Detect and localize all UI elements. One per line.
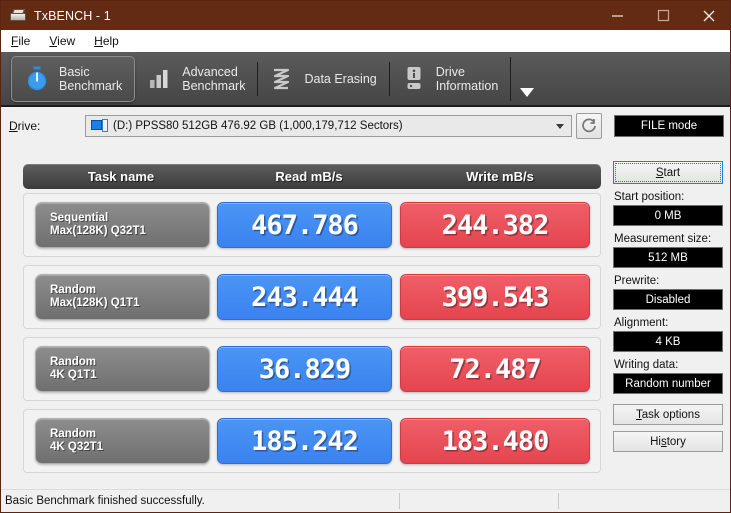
- task-name-cell[interactable]: Random 4K Q32T1: [35, 418, 210, 464]
- tab-divider: [510, 57, 512, 101]
- tab-data-erasing-label: Data Erasing: [304, 72, 377, 86]
- menu-item-view[interactable]: View: [40, 32, 84, 50]
- measurement-size-value[interactable]: 512 MB: [613, 247, 723, 268]
- minimize-button[interactable]: [594, 1, 640, 30]
- drive-icon: [10, 8, 26, 24]
- write-value: 72.487: [449, 353, 542, 385]
- task-name-line2: 4K Q1T1: [50, 369, 97, 381]
- drive-info-icon: [401, 64, 427, 94]
- menu-file-rest: ile: [18, 34, 31, 48]
- close-button[interactable]: [686, 1, 730, 30]
- start-button[interactable]: Start: [613, 161, 723, 184]
- drive-label-rest: rive:: [17, 119, 41, 133]
- column-header-task-name: Task name: [87, 169, 155, 184]
- prewrite-label: Prewrite:: [614, 275, 660, 287]
- write-value: 244.382: [441, 209, 550, 241]
- bar-chart-icon: [147, 64, 173, 94]
- status-bar: Basic Benchmark finished successfully.: [1, 489, 730, 512]
- prewrite-value[interactable]: Disabled: [613, 289, 723, 310]
- read-value: 185.242: [251, 425, 359, 457]
- title-bar: TxBENCH - 1: [1, 1, 730, 30]
- menu-item-file[interactable]: File: [2, 32, 39, 50]
- task-name-line1: Random: [50, 356, 96, 368]
- maximize-button[interactable]: [640, 1, 686, 30]
- eraser-wave-icon: [269, 64, 295, 94]
- write-value: 399.543: [441, 281, 550, 313]
- refresh-icon: [582, 118, 596, 133]
- hard-disk-icon: [91, 119, 108, 133]
- write-value-cell: 244.382: [400, 202, 590, 248]
- tab-basic-benchmark[interactable]: Basic Benchmark: [11, 56, 136, 102]
- drive-select-value: (D:) PPSS80 512GB 476.92 GB (1,000,179,7…: [113, 120, 403, 132]
- read-value-cell: 243.444: [217, 274, 392, 320]
- txbench-window: TxBENCH - 1 File View Help Basic Benchma…: [0, 0, 731, 513]
- task-name-cell[interactable]: Random 4K Q1T1: [35, 346, 210, 392]
- status-divider: [399, 493, 400, 509]
- write-value-cell: 399.543: [400, 274, 590, 320]
- read-value-cell: 185.242: [217, 418, 392, 464]
- menu-help-rest: elp: [102, 34, 119, 48]
- drive-label: Drive:: [9, 119, 41, 133]
- window-controls: [594, 1, 730, 30]
- writing-data-label: Writing data:: [614, 359, 679, 371]
- write-value: 183.480: [441, 425, 550, 457]
- status-divider: [558, 493, 559, 509]
- drive-selection-bar: Drive: (D:) PPSS80 512GB 476.92 GB (1,00…: [1, 107, 730, 145]
- task-options-button[interactable]: Task options: [613, 404, 723, 425]
- task-name-line1: Random: [50, 428, 96, 440]
- menu-bar: File View Help: [1, 30, 730, 53]
- ribbon-tab-bar: Basic Benchmark Advanced Benchmark Data Er…: [1, 52, 730, 107]
- tab-drive-information-label: Drive Information: [435, 65, 499, 93]
- task-name-line2: Max(128K) Q1T1: [50, 297, 140, 309]
- tab-advanced-benchmark-label: Advanced Benchmark: [182, 65, 246, 93]
- tab-advanced-benchmark[interactable]: Advanced Benchmark: [135, 56, 259, 102]
- writing-data-value[interactable]: Random number: [613, 373, 723, 394]
- caret-down-icon: [520, 88, 535, 97]
- mode-badge: FILE mode: [614, 115, 724, 137]
- read-value: 36.829: [258, 353, 352, 385]
- alignment-value[interactable]: 4 KB: [613, 331, 723, 352]
- write-value-cell: 72.487: [400, 346, 590, 392]
- menu-view-rest: iew: [57, 34, 76, 48]
- refresh-button[interactable]: [576, 113, 602, 139]
- chevron-down-icon: [556, 124, 564, 129]
- task-name-line1: Random: [50, 284, 96, 296]
- task-name-line2: 4K Q32T1: [50, 441, 104, 453]
- history-button[interactable]: History: [613, 431, 723, 452]
- results-header: Task name Read mB/s Write mB/s: [23, 164, 601, 189]
- task-name-cell[interactable]: Random Max(128K) Q1T1: [35, 274, 210, 320]
- task-name-line1: Sequential: [50, 212, 109, 224]
- table-row: Random 4K Q32T1 185.242 183.480: [23, 409, 601, 473]
- alignment-label: Alignment:: [614, 317, 669, 329]
- start-position-label: Start position:: [614, 191, 685, 203]
- measurement-size-label: Measurement size:: [614, 233, 712, 245]
- table-row: Random Max(128K) Q1T1 243.444 399.543: [23, 265, 601, 329]
- table-row: Sequential Max(128K) Q32T1 467.786 244.3…: [23, 193, 601, 257]
- column-header-read: Read mB/s: [275, 169, 343, 184]
- tab-basic-benchmark-label: Basic Benchmark: [59, 65, 123, 93]
- start-position-value[interactable]: 0 MB: [613, 205, 723, 226]
- read-value: 467.786: [251, 209, 359, 241]
- stopwatch-icon: [24, 64, 50, 94]
- read-value-cell: 467.786: [217, 202, 392, 248]
- table-row: Random 4K Q1T1 36.829 72.487: [23, 337, 601, 401]
- results-table: Sequential Max(128K) Q32T1 467.786 244.3…: [23, 193, 601, 481]
- read-value: 243.444: [251, 281, 359, 313]
- read-value-cell: 36.829: [217, 346, 392, 392]
- drive-select[interactable]: (D:) PPSS80 512GB 476.92 GB (1,000,179,7…: [85, 115, 572, 137]
- task-name-cell[interactable]: Sequential Max(128K) Q32T1: [35, 202, 210, 248]
- column-header-write: Write mB/s: [466, 169, 534, 184]
- ribbon-overflow-button[interactable]: [510, 52, 535, 105]
- tab-drive-information[interactable]: Drive Information: [389, 56, 512, 102]
- tab-data-erasing[interactable]: Data Erasing: [257, 56, 390, 102]
- menu-item-help[interactable]: Help: [85, 32, 128, 50]
- status-message: Basic Benchmark finished successfully.: [5, 495, 205, 507]
- task-name-line2: Max(128K) Q32T1: [50, 225, 146, 237]
- options-panel: Start Start position: 0 MB Measurement s…: [613, 161, 725, 452]
- write-value-cell: 183.480: [400, 418, 590, 464]
- window-title: TxBENCH - 1: [34, 8, 111, 23]
